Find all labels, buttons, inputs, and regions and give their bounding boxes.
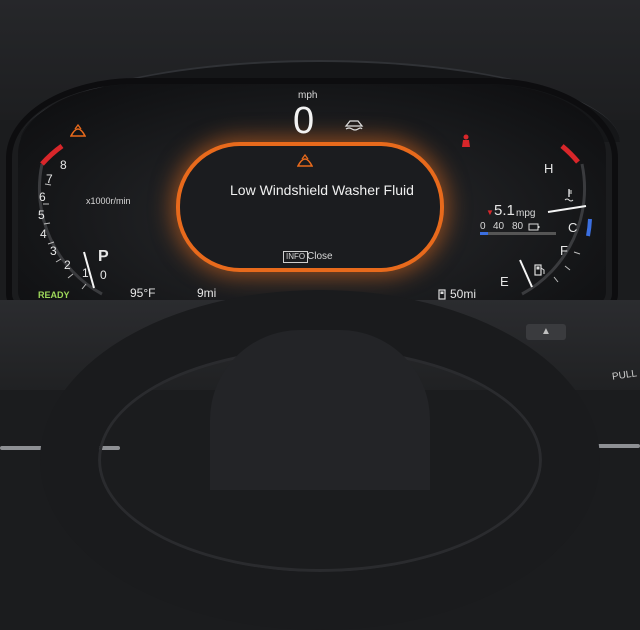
warning-message: Low Windshield Washer Fluid (230, 182, 414, 198)
fuel-needle (519, 259, 533, 288)
fuel-range: 50mi (450, 287, 477, 301)
washer-fluid-icon (297, 154, 313, 167)
mpg-fill (480, 232, 488, 235)
traction-control-icon (344, 120, 364, 131)
mpg-scale-40: 40 (493, 221, 505, 232)
battery-icon (528, 223, 540, 231)
washer-fluid-icon (70, 124, 86, 137)
hazard-button[interactable]: ▲ (526, 324, 566, 340)
tach-tick-5: 5 (38, 208, 45, 222)
mpg-arrow-icon: ▼ (486, 208, 494, 217)
info-button[interactable]: INFO (283, 251, 309, 263)
mpg-scale-80: 80 (512, 221, 524, 232)
temp-hot-zone (560, 144, 580, 164)
gear-indicator: P (98, 248, 109, 265)
tach-tick-0: 0 (100, 268, 107, 282)
fuel-empty-label: E (500, 274, 509, 289)
ready-indicator: READY (38, 290, 70, 300)
rpm-unit: x1000r/min (86, 196, 131, 206)
speedometer-value: 0 (293, 100, 315, 142)
coolant-temp-icon (564, 189, 574, 202)
fuel-pump-icon (534, 264, 545, 276)
mpg-scale-bar (480, 232, 556, 235)
trip-range: 9mi (197, 286, 217, 300)
steering-hub (210, 330, 430, 490)
tach-tick-4: 4 (40, 227, 47, 241)
temp-cold-label: C (568, 220, 578, 235)
temp-cold-zone (586, 218, 592, 237)
tach-tick-8: 8 (60, 158, 67, 172)
mpg-value: 5.1 (494, 202, 515, 219)
fuel-pump-icon (438, 289, 446, 300)
tach-tick-7: 7 (46, 172, 53, 186)
info-close-label: Close (307, 251, 333, 262)
tach-tick-3: 3 (50, 244, 57, 258)
mpg-scale-0: 0 (480, 221, 486, 232)
tach-redline (40, 143, 64, 166)
mpg-unit: mpg (516, 208, 536, 219)
tach-tick-6: 6 (39, 190, 46, 204)
outside-temperature: 95°F (130, 286, 156, 300)
fuel-full-label: F (560, 243, 568, 258)
tach-tick-2: 2 (64, 258, 71, 272)
tach-tick-1: 1 (82, 266, 89, 280)
temp-needle (547, 205, 587, 213)
temp-high-label: H (544, 161, 554, 176)
seatbelt-icon (462, 134, 470, 147)
